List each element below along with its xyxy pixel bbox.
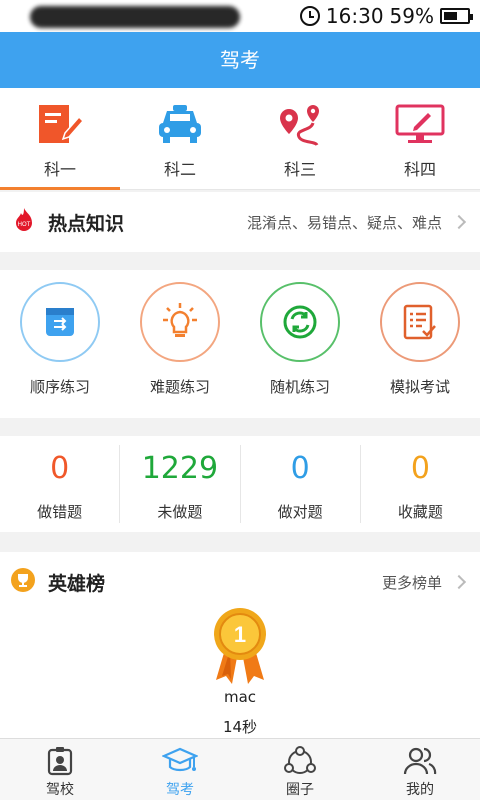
practice-label: 模拟考试 bbox=[389, 378, 450, 396]
stat-label: 做错题 bbox=[37, 503, 83, 521]
practice-icon-circle bbox=[140, 282, 220, 362]
practice-label: 顺序练习 bbox=[29, 378, 90, 396]
gold-medal-icon: 1 bbox=[206, 606, 274, 686]
status-time: 16:30 bbox=[325, 4, 384, 28]
tab-label: 科一 bbox=[43, 160, 76, 179]
practice-icon-circle bbox=[20, 282, 100, 362]
practice-modes: 顺序练习 难题练习 随机练习 模拟考试 bbox=[0, 270, 480, 418]
tab-label: 科三 bbox=[283, 160, 316, 179]
question-stats: 0 做错题 1229 未做题 0 做对题 0 收藏题 bbox=[0, 436, 480, 532]
stat-value: 0 bbox=[290, 451, 310, 486]
stat-value: 0 bbox=[410, 451, 430, 486]
more-rankings-link[interactable]: 更多榜单 bbox=[382, 572, 442, 593]
nav-community[interactable]: 圈子 bbox=[240, 739, 360, 800]
page-title: 驾考 bbox=[0, 32, 480, 88]
hero-user-time: 14秒 bbox=[222, 718, 258, 736]
tab-subject-3[interactable]: 科三 bbox=[240, 88, 360, 189]
route-pin-icon bbox=[273, 102, 327, 148]
nav-mine[interactable]: 我的 bbox=[360, 739, 480, 800]
blurred-notifications bbox=[30, 6, 240, 28]
nav-label: 圈子 bbox=[286, 782, 314, 798]
stat-correct[interactable]: 0 做对题 bbox=[241, 445, 361, 523]
trophy-icon bbox=[10, 567, 36, 597]
share-circle-icon bbox=[282, 745, 318, 777]
tab-subject-2[interactable]: 科二 bbox=[120, 88, 240, 189]
shuffle-icon bbox=[283, 305, 317, 339]
nav-label: 驾考 bbox=[166, 782, 194, 798]
battery-percent: 59% bbox=[389, 4, 434, 28]
practice-random[interactable]: 随机练习 bbox=[240, 270, 360, 418]
document-edit-icon bbox=[33, 102, 87, 148]
stat-favorites[interactable]: 0 收藏题 bbox=[361, 445, 480, 523]
tab-subject-1[interactable]: 科一 bbox=[0, 88, 120, 190]
tab-label: 科二 bbox=[163, 160, 196, 179]
hot-fire-icon: HOT bbox=[12, 207, 36, 237]
stat-wrong[interactable]: 0 做错题 bbox=[0, 445, 121, 523]
battery-icon bbox=[440, 8, 473, 24]
monitor-pen-icon bbox=[393, 102, 447, 148]
badge-person-icon bbox=[42, 745, 78, 777]
practice-label: 随机练习 bbox=[269, 378, 330, 396]
hero-header[interactable]: 英雄榜 更多榜单 bbox=[0, 552, 480, 612]
practice-icon-circle bbox=[380, 282, 460, 362]
hero-title: 英雄榜 bbox=[48, 572, 106, 595]
tab-label: 科四 bbox=[403, 160, 436, 179]
hot-knowledge-title: 热点知识 bbox=[48, 212, 125, 235]
stat-value: 1229 bbox=[141, 451, 219, 486]
users-icon bbox=[402, 745, 438, 777]
bottom-nav: 驾校 驾考 圈子 我的 bbox=[0, 738, 480, 800]
practice-icon-circle bbox=[260, 282, 340, 362]
hero-leaderboard: 英雄榜 更多榜单 1 mac 14秒 bbox=[0, 552, 480, 742]
practice-difficult[interactable]: 难题练习 bbox=[120, 270, 240, 418]
subject-tabs: 科一 科二 科三 科四 bbox=[0, 88, 480, 190]
chevron-right-icon bbox=[451, 214, 467, 230]
practice-sequence[interactable]: 顺序练习 bbox=[0, 270, 120, 418]
stat-label: 未做题 bbox=[157, 503, 203, 521]
nav-driving-school[interactable]: 驾校 bbox=[0, 739, 120, 800]
hot-knowledge-subtitle: 混淆点、易错点、疑点、难点 bbox=[246, 213, 442, 232]
stat-label: 做对题 bbox=[277, 503, 323, 521]
svg-text:HOT: HOT bbox=[18, 222, 31, 228]
stat-undone[interactable]: 1229 未做题 bbox=[120, 445, 241, 523]
svg-text:1: 1 bbox=[234, 622, 246, 647]
car-icon bbox=[153, 102, 207, 148]
sequence-icon bbox=[46, 308, 74, 336]
stat-value: 0 bbox=[50, 451, 70, 486]
practice-mock-exam[interactable]: 模拟考试 bbox=[360, 270, 480, 418]
alarm-icon bbox=[299, 6, 320, 26]
status-bar: 16:30 59% bbox=[0, 0, 480, 32]
stat-label: 收藏题 bbox=[397, 503, 443, 521]
practice-label: 难题练习 bbox=[149, 378, 210, 396]
nav-driving-test[interactable]: 驾考 bbox=[120, 739, 240, 800]
tab-subject-4[interactable]: 科四 bbox=[360, 88, 480, 189]
nav-label: 驾校 bbox=[46, 782, 74, 798]
lightbulb-icon bbox=[163, 303, 197, 337]
hero-user-name: mac bbox=[223, 688, 257, 706]
graduation-cap-icon bbox=[162, 745, 198, 777]
hot-knowledge-row[interactable]: HOT 热点知识 混淆点、易错点、疑点、难点 bbox=[0, 192, 480, 252]
chevron-right-icon bbox=[451, 574, 467, 590]
nav-label: 我的 bbox=[406, 782, 434, 798]
exam-checklist-icon bbox=[403, 304, 436, 340]
